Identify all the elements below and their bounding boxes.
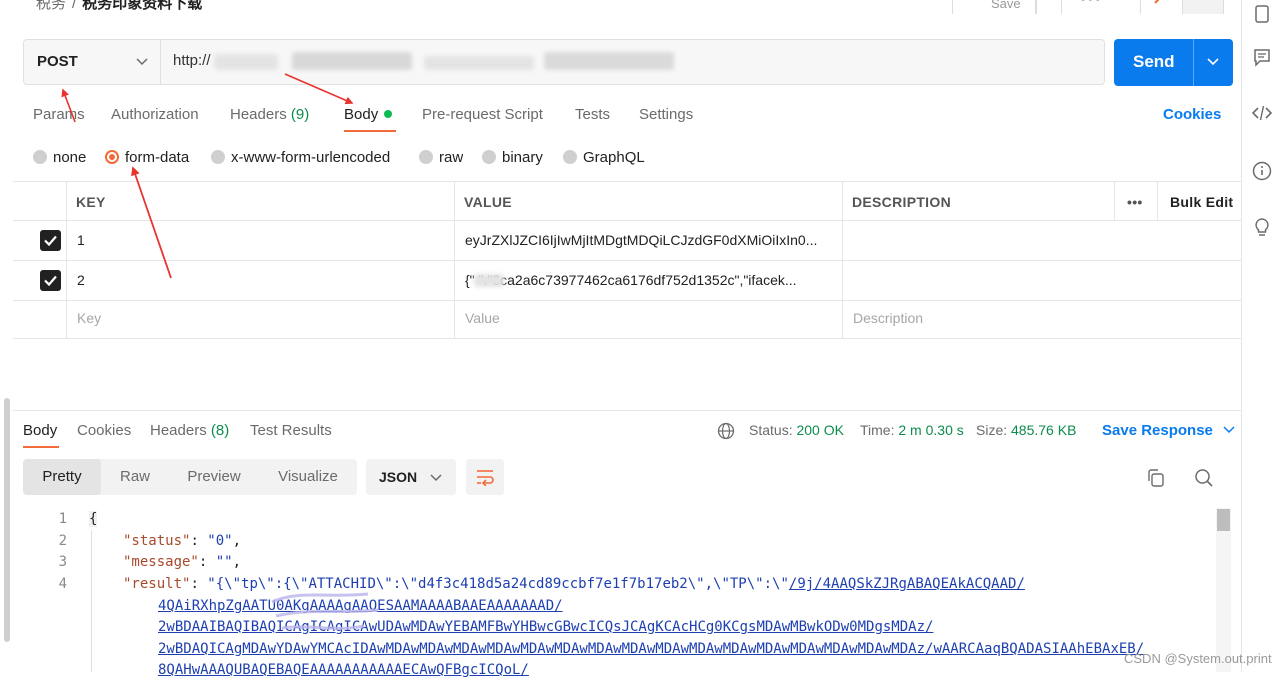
annotation-arrow-body (284, 73, 354, 105)
annotation-arrows (61, 73, 354, 279)
annotation-arrow-method (61, 88, 76, 123)
annotation-arrow-form-data (131, 166, 172, 279)
watermark: CSDN @System.out.print (1124, 651, 1272, 666)
